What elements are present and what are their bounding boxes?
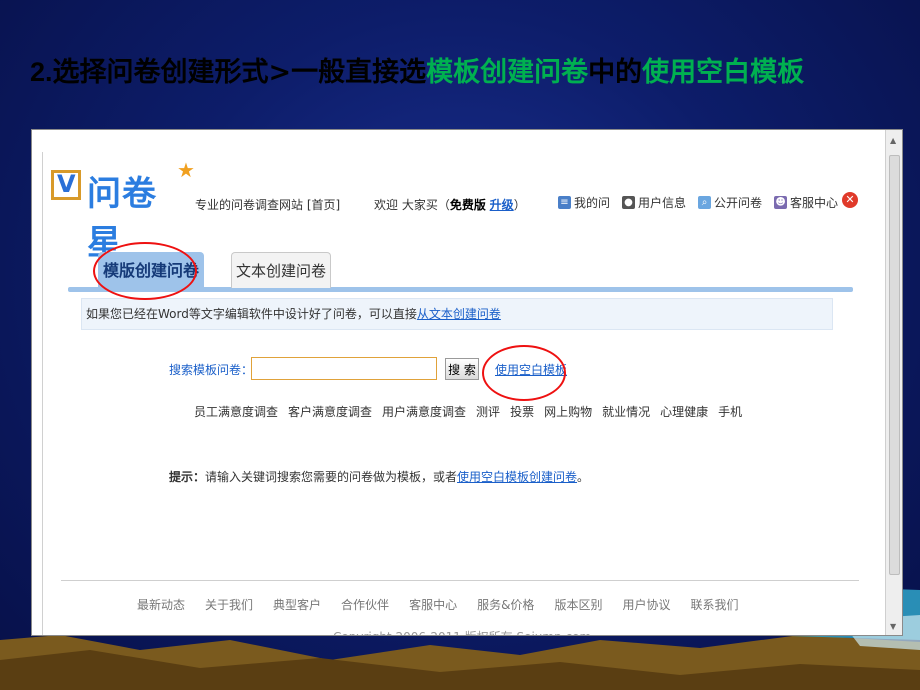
slide-title-number: 2.	[30, 57, 53, 87]
star-icon: ★	[177, 158, 195, 182]
close-icon[interactable]: ✕	[842, 192, 858, 208]
tagline-text: 专业的问卷调查网站	[195, 198, 304, 212]
tag-item[interactable]: 投票	[510, 403, 534, 420]
support-agent-icon: ☻	[774, 196, 788, 209]
logo-text: 问卷星	[87, 174, 157, 263]
scroll-down-arrow-icon[interactable]: ▼	[890, 622, 896, 631]
search-label: 搜索模板问卷：	[169, 363, 254, 377]
footer-link[interactable]: 服务&价格	[477, 596, 534, 613]
public-surveys-link[interactable]: ⌕ 公开问卷	[698, 194, 762, 211]
blank-template-create-link[interactable]: 使用空白模板创建问卷	[457, 470, 577, 484]
search-button[interactable]: 搜 索	[445, 358, 479, 380]
user-icon: ●	[622, 196, 636, 209]
template-tags: 员工满意度调查 客户满意度调查 用户满意度调查 测评 投票 网上购物 就业情况 …	[194, 403, 742, 420]
copyright-text: Copyright 2006-2011 版权所有 Sojump.com	[333, 628, 591, 635]
tag-item[interactable]: 网上购物	[544, 403, 592, 420]
slide-title-highlight-blank: 使用空白模板	[642, 57, 805, 88]
footer-link[interactable]: 版本区别	[554, 596, 602, 613]
my-surveys-label: 我的问	[574, 196, 611, 210]
tip-message: 提示：请输入关键词搜索您需要的问卷做为模板，或者使用空白模板创建问卷。	[169, 468, 589, 485]
support-center-link[interactable]: ☻ 客服中心	[774, 194, 838, 211]
slide-title-part1: 选择问卷创建形式>一般直接选	[52, 57, 427, 88]
tag-item[interactable]: 客户满意度调查	[288, 403, 372, 420]
slide-title: 2.选择问卷创建形式>一般直接选模板创建问卷中的使用空白模板	[30, 50, 804, 89]
user-info-label: 用户信息	[638, 196, 687, 210]
edition-label: 免费版	[449, 198, 486, 212]
tab-text-create[interactable]: 文本创建问卷	[231, 252, 331, 288]
site-tagline: 专业的问卷调查网站 [首页]	[195, 196, 340, 213]
public-surveys-label: 公开问卷	[714, 196, 763, 210]
tag-item[interactable]: 就业情况	[602, 403, 650, 420]
top-nav: ≡ 我的问 ● 用户信息 ⌕ 公开问卷 ☻ 客服中心	[558, 194, 838, 211]
home-link[interactable]: [首页]	[307, 198, 340, 212]
welcome-suffix: ）	[513, 198, 526, 212]
blank-template-link[interactable]: 使用空白模板	[495, 361, 567, 378]
user-info-link[interactable]: ● 用户信息	[622, 194, 686, 211]
footer-divider	[61, 580, 859, 581]
footer-link[interactable]: 用户协议	[622, 596, 670, 613]
welcome-message: 欢迎 大家买（免费版 升级）	[374, 196, 526, 213]
slide-title-part2: 中的	[588, 57, 643, 88]
my-surveys-link[interactable]: ≡ 我的问	[558, 194, 610, 211]
footer-link[interactable]: 典型客户	[273, 596, 321, 613]
footer-link[interactable]: 关于我们	[205, 596, 253, 613]
tip-label: 提示：	[169, 470, 206, 484]
upgrade-link[interactable]: 升级	[490, 198, 514, 212]
support-center-label: 客服中心	[790, 196, 839, 210]
create-from-text-link[interactable]: 从文本创建问卷	[417, 307, 501, 321]
footer-link[interactable]: 客服中心	[409, 596, 457, 613]
welcome-text: 欢迎 大家买（	[374, 198, 450, 212]
magnifier-icon: ⌕	[698, 196, 712, 209]
site-logo[interactable]: V 问卷星 ★	[51, 158, 195, 263]
tag-item[interactable]: 心理健康	[660, 403, 708, 420]
info-bar: 如果您已经在Word等文字编辑软件中设计好了问卷，可以直接从文本创建问卷	[81, 298, 833, 330]
tag-item[interactable]: 测评	[476, 403, 500, 420]
tip-end: 。	[577, 470, 590, 484]
web-page: V 问卷星 ★ 专业的问卷调查网站 [首页] 欢迎 大家买（免费版 升级） ≡ …	[42, 152, 887, 635]
tip-text: 请输入关键词搜索您需要的问卷做为模板，或者	[205, 470, 458, 484]
tag-item[interactable]: 员工满意度调查	[194, 403, 278, 420]
browser-window: V 问卷星 ★ 专业的问卷调查网站 [首页] 欢迎 大家买（免费版 升级） ≡ …	[31, 129, 903, 636]
logo-checkbox-icon: V	[51, 170, 81, 200]
scroll-up-arrow-icon[interactable]: ▲	[890, 136, 896, 145]
tag-item[interactable]: 用户满意度调查	[382, 403, 466, 420]
footer-link[interactable]: 最新动态	[137, 596, 185, 613]
footer-link[interactable]: 联系我们	[690, 596, 738, 613]
info-text: 如果您已经在Word等文字编辑软件中设计好了问卷，可以直接	[86, 307, 417, 321]
list-icon: ≡	[558, 196, 571, 209]
tag-item[interactable]: 手机	[718, 403, 742, 420]
slide-title-highlight-template: 模板创建问卷	[426, 57, 589, 88]
tab-template-create[interactable]: 模版创建问卷	[98, 252, 204, 288]
footer-links: 最新动态 关于我们 典型客户 合作伙伴 客服中心 服务&价格 版本区别 用户协议…	[137, 596, 738, 613]
template-search-input[interactable]	[251, 357, 437, 380]
scroll-thumb[interactable]	[889, 155, 900, 575]
vertical-scrollbar[interactable]: ▲ ▼	[885, 130, 902, 635]
footer-link[interactable]: 合作伙伴	[341, 596, 389, 613]
